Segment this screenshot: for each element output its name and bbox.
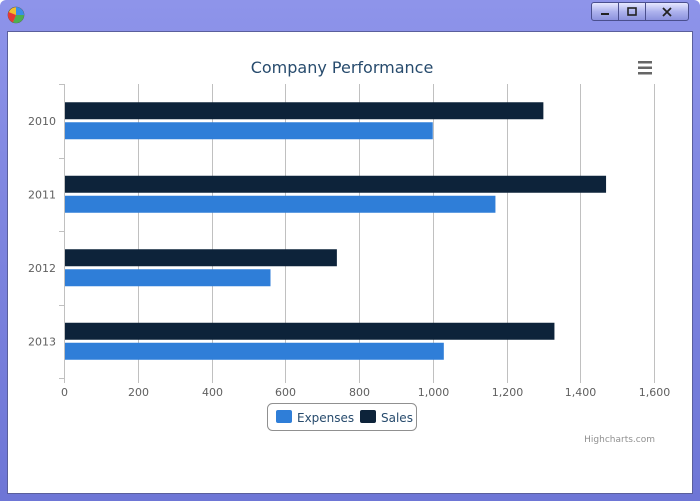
hamburger-menu-icon[interactable] — [630, 58, 652, 78]
bar-expenses[interactable] — [65, 342, 444, 360]
bar-expenses[interactable] — [65, 269, 271, 287]
minimize-button[interactable] — [591, 2, 619, 21]
x-tick-label: 1,000 — [418, 386, 450, 399]
legend-label-expenses: Expenses — [297, 411, 354, 425]
x-tick-label: 200 — [128, 386, 149, 399]
y-category-label: 2011 — [28, 188, 56, 201]
legend-swatch-expenses — [276, 410, 292, 423]
bar-sales[interactable] — [65, 175, 607, 193]
legend-swatch-sales — [360, 410, 376, 423]
y-category-label: 2012 — [28, 262, 56, 275]
chart-container: Company Performance 0 200 400 600 800 1,000 1,… — [7, 31, 693, 494]
pie-chart-icon — [7, 6, 25, 24]
bar-sales[interactable] — [65, 322, 555, 340]
x-tick-label: 1,600 — [639, 386, 671, 399]
x-tick-label: 0 — [61, 386, 68, 399]
legend-label-sales: Sales — [381, 411, 413, 425]
bar-expenses[interactable] — [65, 195, 496, 213]
bars — [65, 102, 607, 360]
close-icon — [662, 6, 672, 17]
legend: Expenses Sales — [267, 403, 417, 431]
maximize-icon — [627, 6, 637, 16]
chart-title: Company Performance — [251, 58, 434, 77]
minimize-icon — [601, 12, 609, 15]
close-button[interactable] — [645, 2, 689, 21]
x-tick-label: 1,200 — [492, 386, 524, 399]
x-tick-label: 800 — [349, 386, 370, 399]
bar-chart: Company Performance 0 200 400 600 800 1,000 1,… — [28, 58, 671, 445]
legend-item-expenses[interactable]: Expenses — [276, 410, 354, 425]
legend-item-sales[interactable]: Sales — [360, 410, 413, 425]
bar-sales[interactable] — [65, 249, 337, 267]
bar-expenses[interactable] — [65, 122, 433, 140]
maximize-button[interactable] — [618, 2, 646, 21]
window-titlebar[interactable] — [0, 0, 700, 30]
credits-link[interactable]: Highcharts.com — [584, 435, 655, 445]
application-window: Company Performance 0 200 400 600 800 1,000 1,… — [0, 0, 700, 501]
x-tick-label: 1,400 — [565, 386, 597, 399]
y-category-label: 2013 — [28, 335, 56, 348]
x-tick-label: 600 — [275, 386, 296, 399]
bar-sales[interactable] — [65, 102, 544, 120]
x-tick-label: 400 — [202, 386, 223, 399]
y-category-label: 2010 — [28, 115, 56, 128]
